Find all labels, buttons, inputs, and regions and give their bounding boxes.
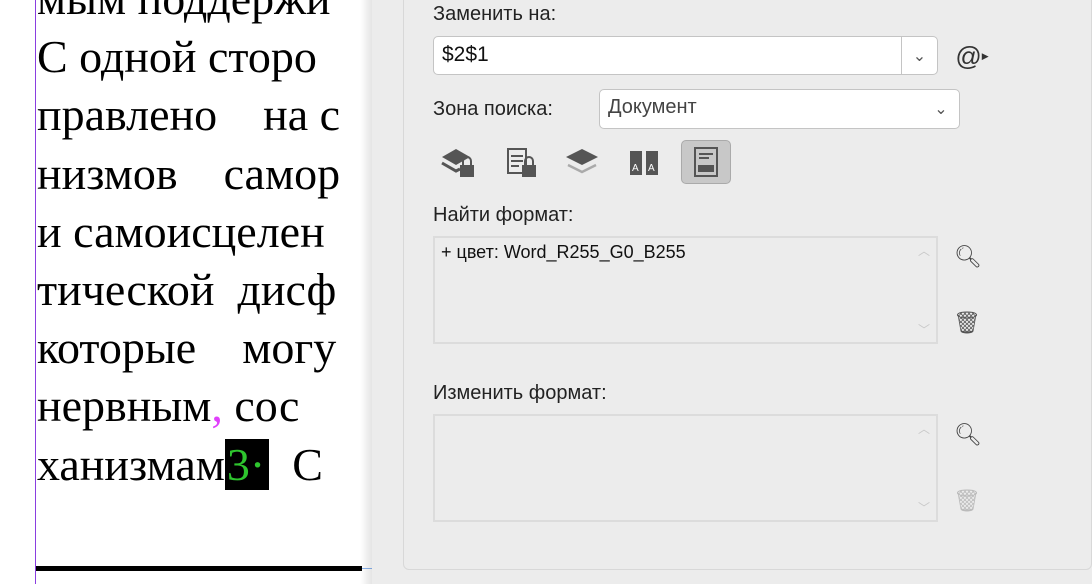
svg-text:A: A [632, 163, 639, 174]
text-line: нервным [37, 380, 212, 432]
document-text: мым поддержи С одной сторо правлено на с… [37, 0, 372, 494]
search-format-icon: 🔍︎ [954, 244, 982, 269]
at-icon: @ [955, 40, 982, 71]
search-zone-label: Зона поиска: [433, 98, 553, 120]
text-line: которые могу [37, 322, 337, 374]
find-format-value: + цвет: Word_R255_G0_B255 [441, 242, 686, 262]
include-locked-layers-button[interactable] [433, 140, 483, 184]
text-line: низмов самор [37, 147, 341, 199]
text-line: тической дисф [37, 264, 337, 316]
include-footnotes-button[interactable] [681, 140, 731, 184]
search-zone-select[interactable]: Документ ⌄ [599, 89, 960, 129]
clear-change-format-button[interactable]: 🗑︎ [952, 486, 982, 516]
margin-guide [35, 0, 36, 584]
scroll-up-icon[interactable]: ︿ [918, 242, 930, 259]
footnotes-icon [694, 147, 718, 177]
include-master-pages-button[interactable]: AA [619, 140, 669, 184]
find-format-label: Найти формат: [433, 204, 574, 226]
scroll-down-icon[interactable]: ﹀ [918, 321, 930, 338]
text-line: С одной сторо [37, 31, 317, 83]
special-characters-button[interactable]: @ ▶ [952, 38, 992, 74]
include-hidden-layers-button[interactable] [557, 140, 607, 184]
chevron-down-icon[interactable]: ⌄ [901, 37, 937, 74]
highlighted-comma: , [211, 380, 223, 432]
trash-icon: 🗑︎ [953, 310, 981, 335]
text-line: и самоисцелен [37, 205, 325, 257]
selected-found-text[interactable]: 3· [224, 438, 270, 490]
chevron-down-icon: ⌄ [934, 101, 948, 118]
svg-text:A: A [648, 163, 655, 174]
scroll-up-icon[interactable]: ︿ [918, 420, 930, 437]
search-zone-value: Документ [608, 96, 697, 118]
clear-find-format-button[interactable]: 🗑︎ [952, 308, 982, 338]
text-line: правлено на с [37, 89, 341, 141]
text-line: С [269, 438, 323, 490]
change-format-label: Изменить формат: [433, 382, 607, 404]
scroll-down-icon[interactable]: ﹀ [918, 499, 930, 516]
text-line: мым поддержи [37, 0, 331, 24]
include-locked-stories-button[interactable] [495, 140, 545, 184]
replace-input[interactable]: $2$1 ⌄ [433, 36, 938, 75]
locked-layers-icon [441, 149, 474, 177]
document-page: мым поддержи С одной сторо правлено на с… [0, 0, 372, 584]
text-line: ханизмам [37, 438, 225, 490]
locked-stories-icon [507, 148, 536, 177]
change-format-box[interactable]: ︿ ﹀ [433, 414, 938, 522]
trash-icon: 🗑︎ [953, 488, 981, 513]
text-line: сос [222, 380, 300, 432]
search-format-icon: 🔍︎ [954, 422, 982, 447]
specify-change-format-button[interactable]: 🔍︎ [950, 418, 986, 452]
replace-value: $2$1 [442, 43, 489, 66]
replace-label: Заменить на: [433, 3, 557, 25]
footnote-separator [36, 566, 362, 571]
hidden-layers-icon [566, 149, 598, 174]
specify-find-format-button[interactable]: 🔍︎ [950, 240, 986, 274]
find-format-box[interactable]: + цвет: Word_R255_G0_B255 ︿ ﹀ [433, 236, 938, 344]
master-pages-icon: AA [630, 151, 658, 175]
